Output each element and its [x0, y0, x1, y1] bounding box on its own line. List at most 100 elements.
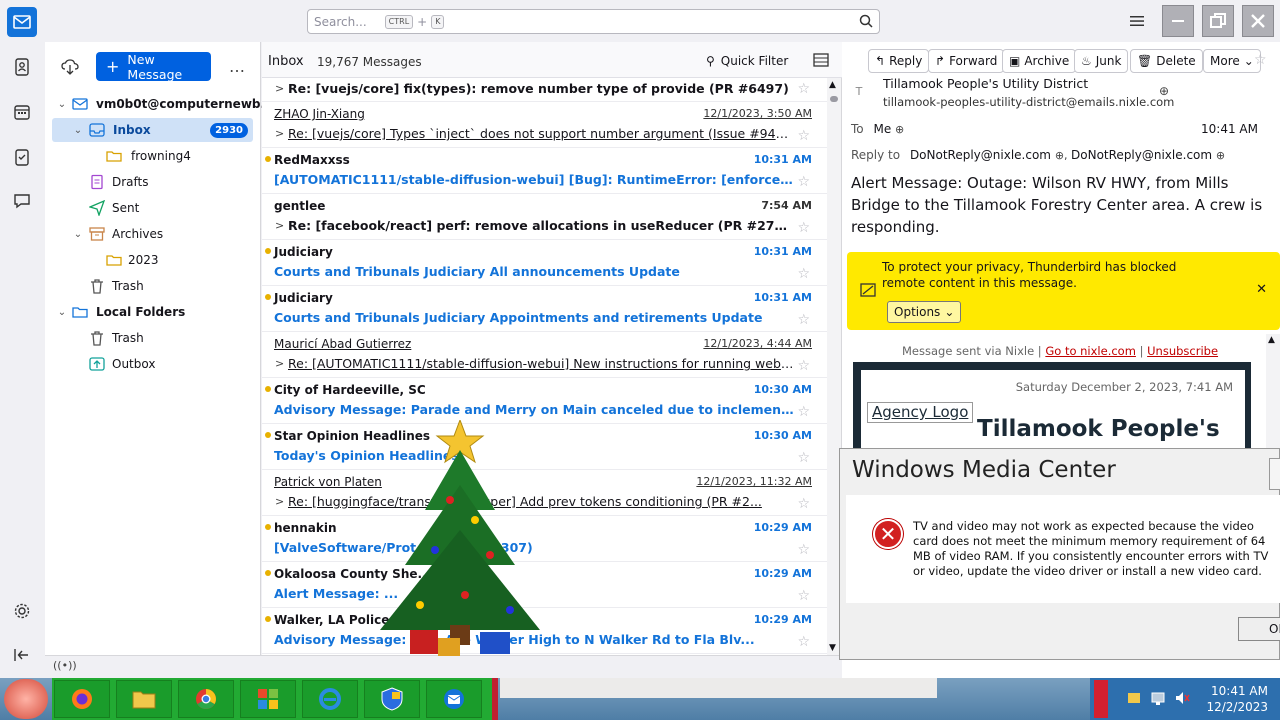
folder-frowning4[interactable]: frowning4	[45, 144, 260, 168]
calendar-icon[interactable]	[11, 101, 33, 123]
folder-2023[interactable]: 2023	[45, 248, 260, 272]
volume-muted-icon[interactable]	[1174, 690, 1190, 706]
reply-to-address[interactable]: DoNotReply@nixle.com	[1071, 148, 1212, 162]
folder-local-trash[interactable]: Trash	[45, 326, 260, 350]
chevron-down-icon[interactable]: ⌄	[72, 229, 84, 240]
star-icon[interactable]: ☆	[1254, 52, 1267, 68]
folder-sent[interactable]: Sent	[45, 196, 260, 220]
delete-button[interactable]: 🗑 Delete	[1130, 49, 1203, 73]
message-row[interactable]: City of Hardeeville, SC 10:30 AM Advisor…	[262, 378, 828, 424]
chevron-down-icon[interactable]: ⌄	[72, 125, 84, 136]
tasks-icon[interactable]	[11, 146, 33, 168]
message-row[interactable]: Mauricí Abad Gutierrez 12/1/2023, 4:44 A…	[262, 332, 828, 378]
address-book-icon[interactable]	[11, 56, 33, 78]
windows-media-center-icon[interactable]	[240, 680, 296, 718]
star-icon[interactable]: ☆	[797, 358, 810, 374]
message-body-scrollbar[interactable]: ▲	[1266, 334, 1280, 454]
chevron-down-icon[interactable]: ⌄	[56, 307, 68, 318]
firefox-icon[interactable]	[54, 680, 110, 718]
account-row[interactable]: ⌄ vm0b0t@computernewb...	[45, 92, 274, 116]
close-icon[interactable]: ✕	[1256, 282, 1267, 297]
local-folders-row[interactable]: ⌄ Local Folders	[45, 300, 260, 324]
star-icon[interactable]: ☆	[797, 128, 810, 144]
message-row[interactable]: Star Opinion Headlines 10:30 AM Today's …	[262, 424, 828, 470]
restore-button[interactable]	[1202, 5, 1234, 37]
reply-button[interactable]: ↰ Reply	[868, 49, 930, 73]
message-row[interactable]: RedMaxxss 10:31 AM [AUTOMATIC1111/stable…	[262, 148, 828, 194]
folder-drafts[interactable]: Drafts	[45, 170, 260, 194]
agency-logo[interactable]: Agency Logo	[867, 402, 974, 423]
network-icon[interactable]	[1150, 690, 1166, 706]
search-input[interactable]: Search... CTRL + K	[307, 9, 880, 34]
folder-outbox[interactable]: Outbox	[45, 352, 260, 376]
clock-date[interactable]: 12/2/2023	[1206, 700, 1268, 714]
quick-filter-button[interactable]: ⚲ Quick Filter	[706, 54, 788, 68]
internet-explorer-icon[interactable]	[302, 680, 358, 718]
chevron-right-icon[interactable]: >	[275, 357, 284, 370]
star-icon[interactable]: ☆	[797, 404, 810, 420]
search-icon[interactable]	[859, 14, 873, 31]
close-window-button[interactable]	[1242, 5, 1274, 37]
star-icon[interactable]: ☆	[797, 634, 810, 650]
more-options-icon[interactable]: …	[229, 57, 245, 76]
star-icon[interactable]: ☆	[797, 266, 810, 282]
message-row[interactable]: ZHAO Jin-Xiang 12/1/2023, 3:50 AM > Re: …	[262, 102, 828, 148]
message-row[interactable]: Walker, LA Police Depa... 10:29 AM Advis…	[262, 608, 828, 654]
message-row[interactable]: Judiciary 10:31 AM Courts and Tribunals …	[262, 286, 828, 332]
star-icon[interactable]: ☆	[797, 312, 810, 328]
forward-button[interactable]: ↱ Forward	[928, 49, 1005, 73]
contact-icon[interactable]: ⊕	[895, 123, 904, 136]
star-icon[interactable]: ☆	[797, 450, 810, 466]
message-row[interactable]: Judiciary 10:31 AM Courts and Tribunals …	[262, 240, 828, 286]
reply-to-address[interactable]: DoNotReply@nixle.com	[910, 148, 1051, 162]
options-button[interactable]: Options ⌄	[887, 301, 962, 323]
action-center-icon[interactable]	[1126, 690, 1142, 706]
mail-app-icon[interactable]	[7, 7, 37, 37]
message-row[interactable]: hennakin 10:29 AM [ValveSoftware/Prot...…	[262, 516, 828, 562]
new-message-button[interactable]: + New Message	[96, 52, 211, 82]
clock-time[interactable]: 10:41 AM	[1211, 684, 1268, 698]
folder-trash[interactable]: Trash	[45, 274, 260, 298]
get-messages-icon[interactable]	[61, 58, 79, 76]
chevron-right-icon[interactable]: >	[275, 495, 284, 508]
chevron-right-icon[interactable]: >	[275, 127, 284, 140]
archive-button[interactable]: ▣ Archive	[1002, 49, 1077, 73]
message-row[interactable]: gentlee 7:54 AM > Re: [facebook/react] p…	[262, 194, 828, 240]
contact-icon[interactable]: ⊕,	[1055, 149, 1071, 162]
folder-inbox[interactable]: ⌄ Inbox 2930	[52, 118, 253, 142]
star-icon[interactable]: ☆	[797, 542, 810, 558]
nixle-link[interactable]: Go to nixle.com	[1045, 344, 1136, 358]
star-icon[interactable]: ☆	[797, 588, 810, 604]
chevron-down-icon[interactable]: ⌄	[56, 99, 68, 110]
star-icon[interactable]: ☆	[797, 81, 810, 97]
star-icon[interactable]: ☆	[797, 174, 810, 190]
contact-icon[interactable]: ⊕	[1216, 149, 1225, 162]
folder-archives[interactable]: ⌄ Archives	[45, 222, 260, 246]
security-shield-icon[interactable]	[364, 680, 420, 718]
file-explorer-icon[interactable]	[116, 680, 172, 718]
more-button[interactable]: More ⌄	[1203, 49, 1261, 73]
junk-button[interactable]: ♨ Junk	[1074, 49, 1129, 73]
dialog-title-button[interactable]	[1269, 458, 1280, 490]
message-row[interactable]: Patrick von Platen 12/1/2023, 11:32 AM >…	[262, 470, 828, 516]
unsubscribe-link[interactable]: Unsubscribe	[1147, 344, 1218, 358]
scroll-thumb[interactable]	[830, 96, 838, 102]
list-display-options-icon[interactable]	[813, 53, 829, 70]
chevron-right-icon[interactable]: >	[275, 82, 284, 95]
start-button[interactable]	[4, 679, 48, 719]
online-status-icon[interactable]: ((•))	[53, 659, 77, 672]
scroll-down-icon[interactable]: ▼	[829, 643, 836, 653]
chevron-right-icon[interactable]: >	[275, 219, 284, 232]
star-icon[interactable]: ☆	[797, 220, 810, 236]
minimize-button[interactable]	[1162, 5, 1194, 37]
message-row[interactable]: Okaloosa County She... 10:29 AM Alert Me…	[262, 562, 828, 608]
chat-icon[interactable]	[11, 190, 33, 212]
scroll-up-icon[interactable]: ▲	[829, 80, 836, 90]
star-icon[interactable]: ☆	[797, 496, 810, 512]
to-value[interactable]: Me	[873, 122, 891, 136]
app-menu-icon[interactable]	[1126, 10, 1148, 32]
ok-button[interactable]: OK	[1238, 617, 1280, 641]
chrome-icon[interactable]	[178, 680, 234, 718]
thunderbird-icon[interactable]	[426, 680, 482, 718]
settings-icon[interactable]	[11, 600, 33, 622]
